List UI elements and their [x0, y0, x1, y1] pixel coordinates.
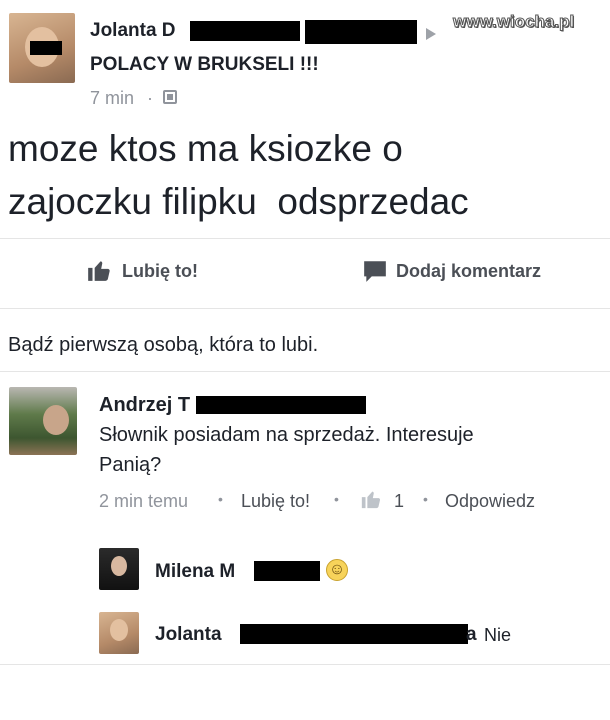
meta-dot: ·	[147, 88, 153, 108]
thumbs-up-icon	[361, 491, 381, 509]
comment-time[interactable]: 2 min temu	[99, 491, 188, 512]
post-time[interactable]: 7 min	[90, 88, 134, 109]
comment-author-avatar[interactable]	[9, 387, 77, 455]
comment-button-label: Dodaj komentarz	[396, 261, 542, 281]
post-text-line-1: moze ktos ma ksiozke o	[8, 128, 403, 169]
comment-author-name[interactable]: Andrzej T	[99, 394, 190, 417]
watermark: www.wiocha.pl	[452, 12, 575, 32]
comment-text-line-2: Panią?	[99, 454, 162, 476]
avatar-redaction-bar	[30, 41, 62, 55]
reply-author-suffix-2: a	[466, 624, 477, 645]
reply-redaction-1	[254, 561, 320, 581]
comment-button[interactable]: Dodaj komentarz	[362, 256, 562, 290]
post-author-avatar[interactable]	[9, 13, 75, 83]
thumbs-up-icon	[88, 261, 110, 281]
smiley-glyph: ☺	[328, 561, 346, 578]
post-author-name[interactable]: Jolanta D	[90, 20, 176, 42]
globe-icon	[163, 90, 177, 104]
summary-divider	[0, 371, 610, 372]
comment-bubble-icon	[364, 261, 386, 282]
actions-divider	[0, 308, 610, 309]
reply-author-name-1[interactable]: Milena M	[155, 561, 235, 583]
bottom-divider	[0, 664, 610, 665]
author-redaction-2	[305, 20, 417, 44]
likes-summary[interactable]: Bądź pierwszą osobą, która to lubi.	[8, 334, 318, 357]
comment-sep-3: •	[423, 491, 428, 507]
reply-author-avatar-1[interactable]	[99, 548, 139, 590]
comment-author-redaction	[196, 396, 366, 414]
comment-text-line-1: Słownik posiadam na sprzedaż. Interesuje	[99, 424, 474, 446]
reply-author-avatar-2[interactable]	[99, 612, 139, 654]
reply-text-2: Nie	[484, 625, 512, 645]
comment-sep-1: •	[218, 491, 223, 507]
post-divider	[0, 238, 610, 239]
comment-sep-2: •	[334, 491, 339, 507]
reply-redaction-2	[240, 624, 468, 644]
reply-author-name-2[interactable]: Jolanta	[155, 624, 222, 646]
comment-like-link[interactable]: Lubię to!	[241, 491, 310, 512]
like-button[interactable]: Lubię to!	[86, 256, 226, 290]
comment-reply-link[interactable]: Odpowiedz	[445, 491, 535, 512]
author-redaction-1	[190, 21, 300, 41]
chevron-right-icon	[426, 28, 436, 40]
post-text-line-2: zajoczku filipku odsprzedac	[8, 181, 469, 222]
comment-like-count[interactable]: 1	[394, 491, 404, 512]
smiley-icon: ☺	[326, 559, 348, 581]
like-button-label: Lubię to!	[122, 261, 198, 281]
post-group-name[interactable]: POLACY W BRUKSELI !!!	[90, 54, 319, 76]
